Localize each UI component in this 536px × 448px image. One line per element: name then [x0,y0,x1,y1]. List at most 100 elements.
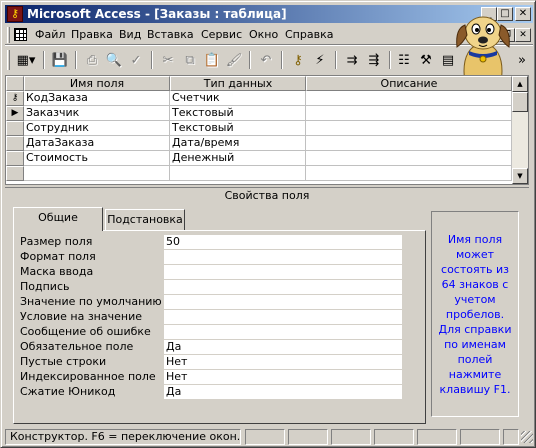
property-validation-rule[interactable] [164,310,402,324]
description-cell[interactable] [306,151,512,166]
menu-edit[interactable]: Правка [71,28,113,42]
field-name-cell[interactable]: Стоимость [24,151,170,166]
print-icon[interactable]: ⎙ [81,50,103,70]
property-label: Формат поля [20,250,96,263]
menu-tools[interactable]: Сервис [201,28,242,42]
build-icon[interactable]: ⚒ [415,50,437,70]
status-panel [503,429,519,445]
property-label: Обязательное поле [20,340,134,353]
property-required[interactable]: Да [164,340,402,354]
menu-view[interactable]: Вид [119,28,141,42]
table-row-empty[interactable] [6,166,512,181]
property-label: Сообщение об ошибке [20,325,151,338]
property-indexed[interactable]: Нет [164,370,402,384]
field-name-cell[interactable]: КодЗаказа [24,91,170,106]
toolbar-separator [75,51,77,69]
menu-insert[interactable]: Вставка [147,28,194,42]
undo-icon[interactable]: ↶ [255,50,277,70]
primary-key-icon[interactable]: ⚷ [6,91,24,106]
property-caption[interactable] [164,280,402,294]
property-default-value[interactable] [164,295,402,309]
toolbar-separator [281,51,283,69]
save-icon[interactable]: 💾 [49,50,71,70]
property-allow-zero-length[interactable]: Нет [164,355,402,369]
row-selector[interactable] [6,121,24,136]
field-name-cell[interactable] [24,166,170,181]
help-text: Имя поля может состоять из 64 знаков с у… [438,232,512,396]
row-selector[interactable] [6,151,24,166]
status-panel [417,429,457,445]
data-type-cell[interactable] [170,166,306,181]
document-window-icon[interactable] [14,28,27,41]
properties-icon[interactable]: ☷ [393,50,415,70]
property-unicode-compression[interactable]: Да [164,385,402,399]
property-label: Сжатие Юникод [20,385,116,398]
property-input-mask[interactable] [164,265,402,279]
tab-general[interactable]: Общие [13,207,103,231]
data-type-cell[interactable]: Дата/время [170,136,306,151]
property-label: Значение по умолчанию [20,295,162,308]
field-name-cell[interactable]: Сотрудник [24,121,170,136]
tab-lookup[interactable]: Подстановка [105,209,185,231]
indexes-icon[interactable]: ⚡ [309,50,331,70]
grid-corner[interactable] [6,76,24,91]
primary-key-icon[interactable]: ⚷ [287,50,309,70]
scroll-up-icon[interactable]: ▲ [512,76,528,92]
data-type-cell[interactable]: Текстовый [170,121,306,136]
property-field-size[interactable]: 50 [164,235,402,249]
paste-icon[interactable]: 📋 [201,50,223,70]
description-cell[interactable] [306,136,512,151]
property-label: Маска ввода [20,265,94,278]
description-cell[interactable] [306,91,512,106]
scroll-thumb[interactable] [512,92,528,112]
print-preview-icon[interactable]: 🔍 [103,50,125,70]
delete-rows-icon[interactable]: ⇶ [363,50,385,70]
cut-icon[interactable]: ✂ [157,50,179,70]
row-selector[interactable] [6,136,24,151]
status-panel [460,429,500,445]
current-row-arrow-icon[interactable]: ▶ [6,106,24,121]
table-row[interactable]: ▶ Заказчик Текстовый [6,106,512,121]
data-type-cell[interactable]: Счетчик [170,91,306,106]
view-icon[interactable]: ▦▾ [13,50,39,70]
description-cell[interactable] [306,106,512,121]
menu-file[interactable]: Файл [35,28,65,42]
toolbar-grip[interactable] [7,50,10,70]
menu-window[interactable]: Окно [249,28,278,42]
table-row[interactable]: ДатаЗаказа Дата/время [6,136,512,151]
grid-vertical-scrollbar[interactable]: ▲ ▼ [512,76,528,184]
column-header-name[interactable]: Имя поля [24,76,170,91]
data-type-cell[interactable]: Денежный [170,151,306,166]
property-label: Пустые строки [20,355,107,368]
resize-grip-icon[interactable] [521,431,533,443]
column-header-description[interactable]: Описание [306,76,512,91]
status-bar: Конструктор. F6 = переключение окон. F1 [5,427,533,445]
copy-icon[interactable]: ⧉ [179,50,201,70]
property-format[interactable] [164,250,402,264]
property-label: Индексированное поле [20,370,156,383]
toolbar-separator [151,51,153,69]
table-row[interactable]: Сотрудник Текстовый [6,121,512,136]
description-cell[interactable] [306,166,512,181]
access-window: ⚷ Microsoft Access - [Заказы : таблица] … [0,0,536,448]
toolbar-separator [335,51,337,69]
menu-help[interactable]: Справка [285,28,333,42]
spelling-icon[interactable]: ✓ [125,50,147,70]
insert-rows-icon[interactable]: ⇉ [341,50,363,70]
key-icon[interactable]: ⚷ [7,6,23,22]
field-name-cell[interactable]: ДатаЗаказа [24,136,170,151]
description-cell[interactable] [306,121,512,136]
table-row[interactable]: ⚷ КодЗаказа Счетчик [6,91,512,106]
table-design-grid: Имя поля Тип данных Описание ⚷ КодЗаказа… [5,75,529,185]
table-row[interactable]: Стоимость Денежный [6,151,512,166]
column-header-type[interactable]: Тип данных [170,76,306,91]
format-painter-icon[interactable]: 🖌 [223,50,245,70]
property-validation-text[interactable] [164,325,402,339]
menu-grip[interactable] [7,27,10,43]
window-title: Microsoft Access - [Заказы : таблица] [27,7,287,21]
field-name-cell[interactable]: Заказчик [24,106,170,121]
toolbar-separator [43,51,45,69]
row-selector[interactable] [6,166,24,181]
data-type-cell[interactable]: Текстовый [170,106,306,121]
scroll-down-icon[interactable]: ▼ [512,168,528,184]
